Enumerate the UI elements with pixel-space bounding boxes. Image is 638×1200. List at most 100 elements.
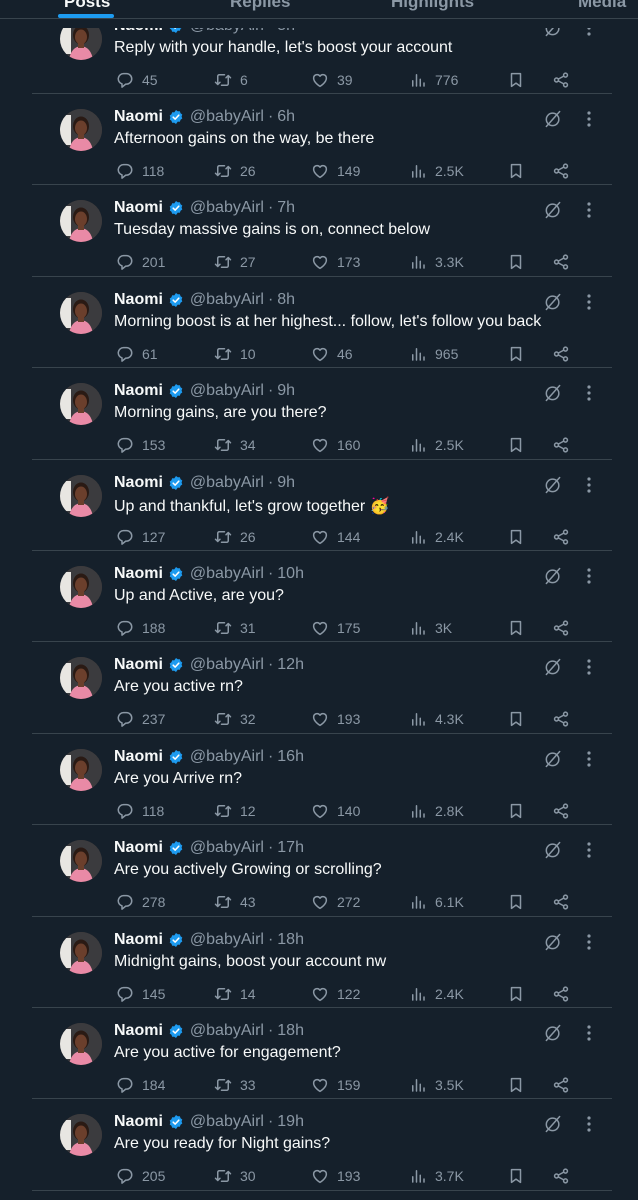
post[interactable]: Naomi @babyAirl · 9h Up and thankful, le… [0,460,638,551]
author-name[interactable]: Naomi [114,108,163,126]
bookmark-button[interactable] [507,709,525,729]
like-button[interactable]: 160 [311,435,360,455]
grok-icon[interactable] [543,1023,563,1043]
post[interactable]: Naomi @babyAirl · 17h Are you actively G… [0,825,638,917]
bookmark-button[interactable] [507,527,525,547]
views-button[interactable]: 2.4K [409,527,464,547]
author-name[interactable]: Naomi [114,931,163,949]
author-name[interactable]: Naomi [114,199,163,217]
like-button[interactable]: 144 [311,527,360,547]
more-icon[interactable] [582,475,596,495]
author-handle[interactable]: @babyAirl [190,748,264,766]
bookmark-button[interactable] [507,801,525,821]
reply-button[interactable]: 145 [116,984,165,1004]
reply-button[interactable]: 45 [116,70,158,90]
like-button[interactable]: 173 [311,252,360,272]
bookmark-button[interactable] [507,435,525,455]
author-handle[interactable]: @babyAirl [190,291,264,309]
post-time[interactable]: 17h [277,839,304,857]
more-icon[interactable] [582,383,596,403]
post[interactable]: Naomi @babyAirl · 19h Are you ready for … [0,1099,638,1191]
share-button[interactable] [552,527,570,547]
repost-button[interactable]: 10 [214,344,256,364]
views-button[interactable]: 2.4K [409,984,464,1004]
avatar[interactable] [60,1022,102,1065]
bookmark-button[interactable] [507,252,525,272]
avatar[interactable] [60,474,102,517]
bookmark-button[interactable] [507,1075,525,1095]
bookmark-button[interactable] [507,344,525,364]
grok-icon[interactable] [543,749,563,769]
views-button[interactable]: 3.7K [409,1166,464,1186]
views-button[interactable]: 965 [409,344,458,364]
more-icon[interactable] [582,840,596,860]
bookmark-button[interactable] [507,1166,525,1186]
like-button[interactable]: 39 [311,70,353,90]
like-button[interactable]: 149 [311,161,360,181]
grok-icon[interactable] [543,292,563,312]
tab-highlights[interactable]: Highlights [391,0,474,12]
share-button[interactable] [552,618,570,638]
reply-button[interactable]: 127 [116,527,165,547]
post-time[interactable]: 9h [277,474,295,492]
avatar[interactable] [60,657,102,700]
author-handle[interactable]: @babyAirl [190,199,264,217]
share-button[interactable] [552,435,570,455]
share-button[interactable] [552,161,570,181]
grok-icon[interactable] [543,566,563,586]
reply-button[interactable]: 153 [116,435,165,455]
grok-icon[interactable] [543,475,563,495]
like-button[interactable]: 193 [311,709,360,729]
author-name[interactable]: Naomi [114,382,163,400]
author-handle[interactable]: @babyAirl [190,931,264,949]
grok-icon[interactable] [543,840,563,860]
post[interactable]: Naomi @babyAirl · 12h Are you active rn? [0,642,638,734]
share-button[interactable] [552,1166,570,1186]
views-button[interactable]: 3K [409,618,452,638]
reply-button[interactable]: 205 [116,1166,165,1186]
author-name[interactable]: Naomi [114,656,163,674]
reply-button[interactable]: 118 [116,161,164,181]
reply-button[interactable]: 201 [116,252,165,272]
author-name[interactable]: Naomi [114,474,163,492]
like-button[interactable]: 46 [311,344,353,364]
post-time[interactable]: 16h [277,748,304,766]
post[interactable]: Naomi @babyAirl · 6h Afternoon gains on … [0,94,638,186]
post[interactable]: Naomi @babyAirl · 5h Reply with your han… [0,17,638,94]
like-button[interactable]: 140 [311,801,360,821]
author-name[interactable]: Naomi [114,291,163,309]
views-button[interactable]: 2.8K [409,801,464,821]
post-time[interactable]: 8h [277,291,295,309]
repost-button[interactable]: 27 [214,252,256,272]
post[interactable]: Naomi @babyAirl · 18h Are you active for… [0,1008,638,1100]
post[interactable]: Naomi @babyAirl · 9h Morning gains, are … [0,368,638,460]
grok-icon[interactable] [543,383,563,403]
share-button[interactable] [552,801,570,821]
author-name[interactable]: Naomi [114,1113,163,1131]
tab-posts[interactable]: Posts [64,0,110,12]
avatar[interactable] [60,931,102,974]
repost-button[interactable]: 6 [214,70,248,90]
author-handle[interactable]: @babyAirl [190,1113,264,1131]
repost-button[interactable]: 31 [214,618,256,638]
avatar[interactable] [60,1114,102,1157]
post-time[interactable]: 18h [277,1022,304,1040]
avatar[interactable] [60,748,102,791]
views-button[interactable]: 3.3K [409,252,464,272]
tab-replies[interactable]: Replies [230,0,290,12]
post-time[interactable]: 12h [277,656,304,674]
bookmark-button[interactable] [507,984,525,1004]
grok-icon[interactable] [543,1114,563,1134]
share-button[interactable] [552,344,570,364]
repost-button[interactable]: 14 [214,984,256,1004]
author-name[interactable]: Naomi [114,1022,163,1040]
avatar[interactable] [60,383,102,426]
avatar[interactable] [60,200,102,243]
reply-button[interactable]: 118 [116,801,164,821]
share-button[interactable] [552,984,570,1004]
more-icon[interactable] [582,749,596,769]
more-icon[interactable] [582,1114,596,1134]
more-icon[interactable] [582,566,596,586]
post-time[interactable]: 7h [277,199,295,217]
author-handle[interactable]: @babyAirl [190,1022,264,1040]
